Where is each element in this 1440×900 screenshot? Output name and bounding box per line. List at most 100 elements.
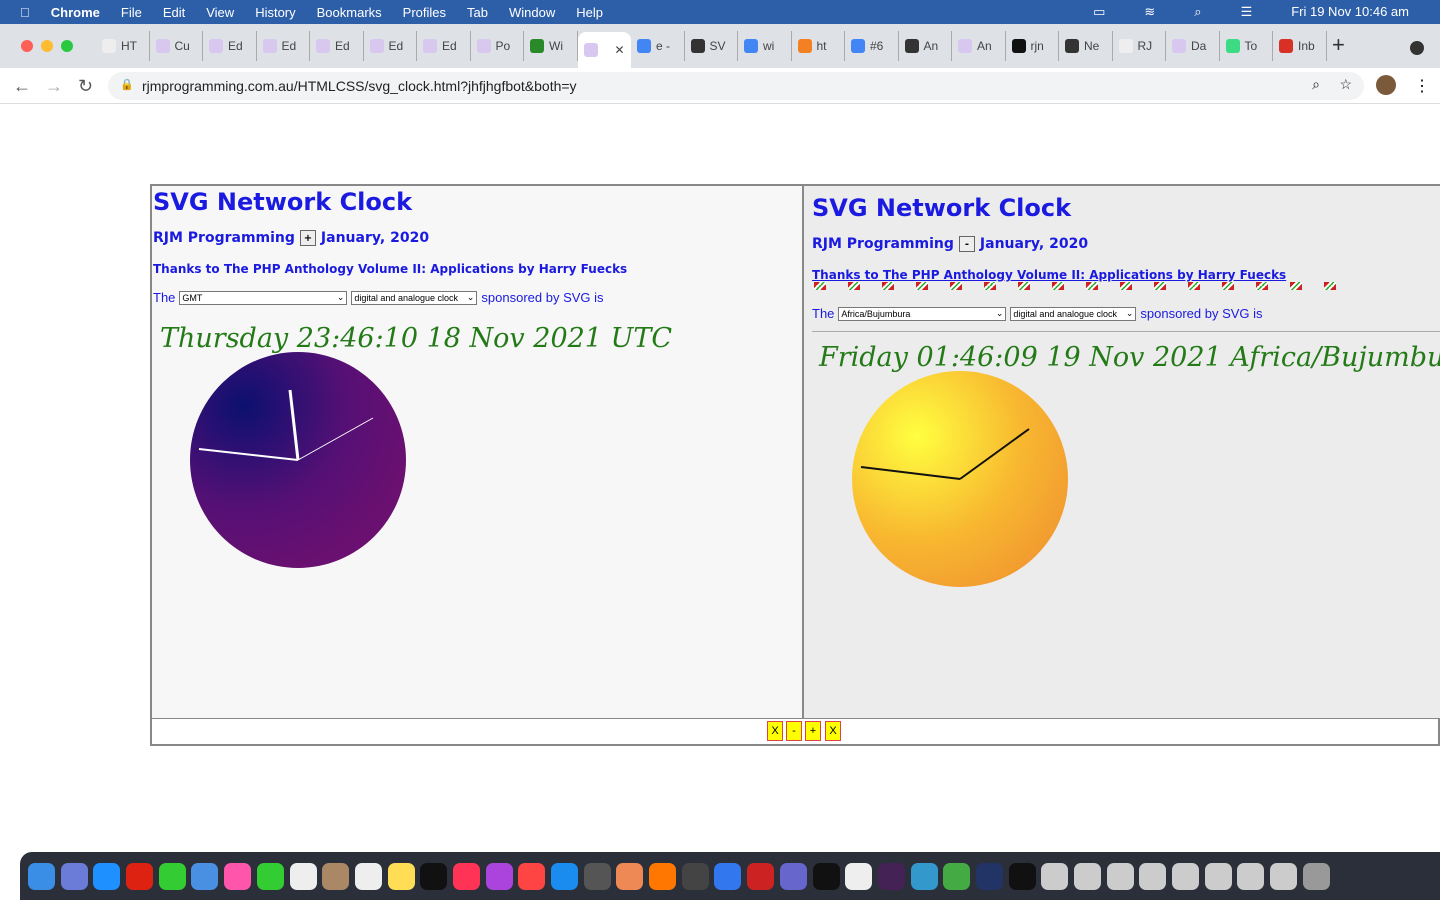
dock-app-icon[interactable] <box>1172 862 1200 890</box>
back-icon[interactable]: ← <box>13 76 31 97</box>
more-menu-icon[interactable]: ⋮ <box>1414 76 1430 96</box>
zoom-icon[interactable]: ⌕ <box>1312 76 1320 93</box>
dock-app-icon[interactable] <box>354 862 382 890</box>
mode-select[interactable]: digital and analogue clock ⌄ <box>1010 306 1137 321</box>
tab[interactable]: An <box>952 31 1006 61</box>
dock-app-icon[interactable] <box>1139 862 1167 890</box>
grow-button[interactable]: + <box>805 721 821 741</box>
dock-app-icon[interactable] <box>1302 862 1330 890</box>
control-center-icon[interactable]: ☰ <box>1241 4 1253 20</box>
tab[interactable]: wi <box>738 31 792 61</box>
dock-app-icon[interactable] <box>126 862 154 890</box>
tab[interactable]: Po <box>471 31 524 61</box>
toggle-button[interactable]: - <box>958 236 975 252</box>
minimize-window-button[interactable] <box>41 40 53 52</box>
avatar[interactable] <box>1376 75 1396 95</box>
dock-app-icon[interactable] <box>191 862 219 890</box>
tab[interactable]: Ed <box>257 31 310 61</box>
new-tab-button[interactable]: + <box>1332 32 1345 58</box>
menu-window[interactable]: Window <box>509 5 555 20</box>
tab[interactable]: Ed <box>364 31 417 61</box>
close-right-button[interactable]: X <box>825 721 841 741</box>
tab[interactable]: An <box>899 31 952 61</box>
dock-app-icon[interactable] <box>975 862 1003 890</box>
tab[interactable]: Ed <box>203 31 257 61</box>
tab[interactable]: e - <box>631 31 685 61</box>
tab[interactable]: Ed <box>310 31 364 61</box>
dock-app-icon[interactable] <box>747 862 775 890</box>
maximize-window-button[interactable] <box>61 40 73 52</box>
menu-history[interactable]: History <box>255 5 295 20</box>
close-tab-icon[interactable]: ✕ <box>615 43 625 57</box>
timezone-select[interactable]: GMT ⌄ <box>179 290 348 305</box>
tab[interactable]: rjn <box>1006 31 1059 61</box>
dock-app-icon[interactable] <box>387 862 415 890</box>
dock-app-icon[interactable] <box>518 862 546 890</box>
dock-app-icon[interactable] <box>485 862 513 890</box>
menu-edit[interactable]: Edit <box>163 5 185 20</box>
bookmark-star-icon[interactable]: ☆ <box>1339 76 1352 93</box>
tab[interactable]: Cu <box>150 31 203 61</box>
tab[interactable]: Da <box>1166 31 1220 61</box>
menu-bookmarks[interactable]: Bookmarks <box>317 5 382 20</box>
menu-view[interactable]: View <box>206 5 234 20</box>
dock-app-icon[interactable] <box>60 862 88 890</box>
dock-app-icon[interactable] <box>420 862 448 890</box>
dock-app-icon[interactable] <box>452 862 480 890</box>
dock-app-icon[interactable] <box>93 862 121 890</box>
timezone-select[interactable]: Africa/Bujumbura ⌄ <box>838 306 1007 321</box>
tab[interactable]: ✕ <box>577 32 631 68</box>
dock-app-icon[interactable] <box>224 862 252 890</box>
dock-app-icon[interactable] <box>1074 862 1101 890</box>
dock-app-icon[interactable] <box>1041 862 1069 890</box>
dock-app-icon[interactable] <box>158 862 186 890</box>
dock-app-icon[interactable] <box>812 862 840 890</box>
dock-app-icon[interactable] <box>910 862 938 890</box>
dock-app-icon[interactable] <box>616 862 644 890</box>
dock-app-icon[interactable] <box>1270 862 1298 890</box>
tab[interactable]: HT <box>96 31 150 61</box>
tab[interactable]: Ne <box>1059 31 1113 61</box>
tab[interactable]: SV <box>685 31 738 61</box>
dock-app-icon[interactable] <box>28 862 55 890</box>
menu-tab[interactable]: Tab <box>467 5 488 20</box>
dock-app-icon[interactable] <box>256 862 284 890</box>
close-left-button[interactable]: X <box>767 721 783 741</box>
tab-search-icon[interactable] <box>1410 41 1424 55</box>
dock-app-icon[interactable] <box>1204 862 1232 890</box>
dock-app-icon[interactable] <box>322 862 350 890</box>
dock-app-icon[interactable] <box>943 862 971 890</box>
battery-icon[interactable]: ▭ <box>1093 4 1105 20</box>
dock-app-icon[interactable] <box>845 862 873 890</box>
tab[interactable]: Inb <box>1273 31 1327 61</box>
dock-app-icon[interactable] <box>1237 862 1265 890</box>
dock-app-icon[interactable] <box>551 862 578 890</box>
dock-app-icon[interactable] <box>779 862 807 890</box>
url-input[interactable]: 🔒 rjmprogramming.com.au/HTMLCSS/svg_cloc… <box>108 72 1364 100</box>
wifi-icon[interactable]: ≋ <box>1144 4 1155 20</box>
dock-app-icon[interactable] <box>681 862 709 890</box>
tab[interactable]: ht <box>792 31 845 61</box>
clock-datetime[interactable]: Fri 19 Nov 10:46 am <box>1291 4 1409 20</box>
dock-app-icon[interactable] <box>1106 862 1134 890</box>
toggle-button[interactable]: + <box>299 230 316 246</box>
tab[interactable]: RJ <box>1113 31 1166 61</box>
dock-app-icon[interactable] <box>877 862 905 890</box>
forward-icon[interactable]: → <box>45 76 63 97</box>
dock-app-icon[interactable] <box>714 862 742 890</box>
dock-app-icon[interactable] <box>649 862 677 890</box>
reload-icon[interactable]: ↻ <box>78 76 93 97</box>
dock-app-icon[interactable] <box>289 862 317 890</box>
tab[interactable]: Ed <box>417 31 471 61</box>
tab[interactable]: To <box>1220 31 1273 61</box>
shrink-button[interactable]: - <box>786 721 802 741</box>
mode-select[interactable]: digital and analogue clock ⌄ <box>351 290 478 305</box>
tab[interactable]: #6 <box>845 31 899 61</box>
menu-file[interactable]: File <box>121 5 142 20</box>
tab[interactable]: Wi <box>524 31 578 61</box>
dock-app-icon[interactable] <box>583 862 611 890</box>
menu-help[interactable]: Help <box>576 5 603 20</box>
search-icon[interactable]: ⌕ <box>1194 4 1201 20</box>
menu-profiles[interactable]: Profiles <box>403 5 446 20</box>
apple-icon[interactable]:  <box>20 5 30 20</box>
